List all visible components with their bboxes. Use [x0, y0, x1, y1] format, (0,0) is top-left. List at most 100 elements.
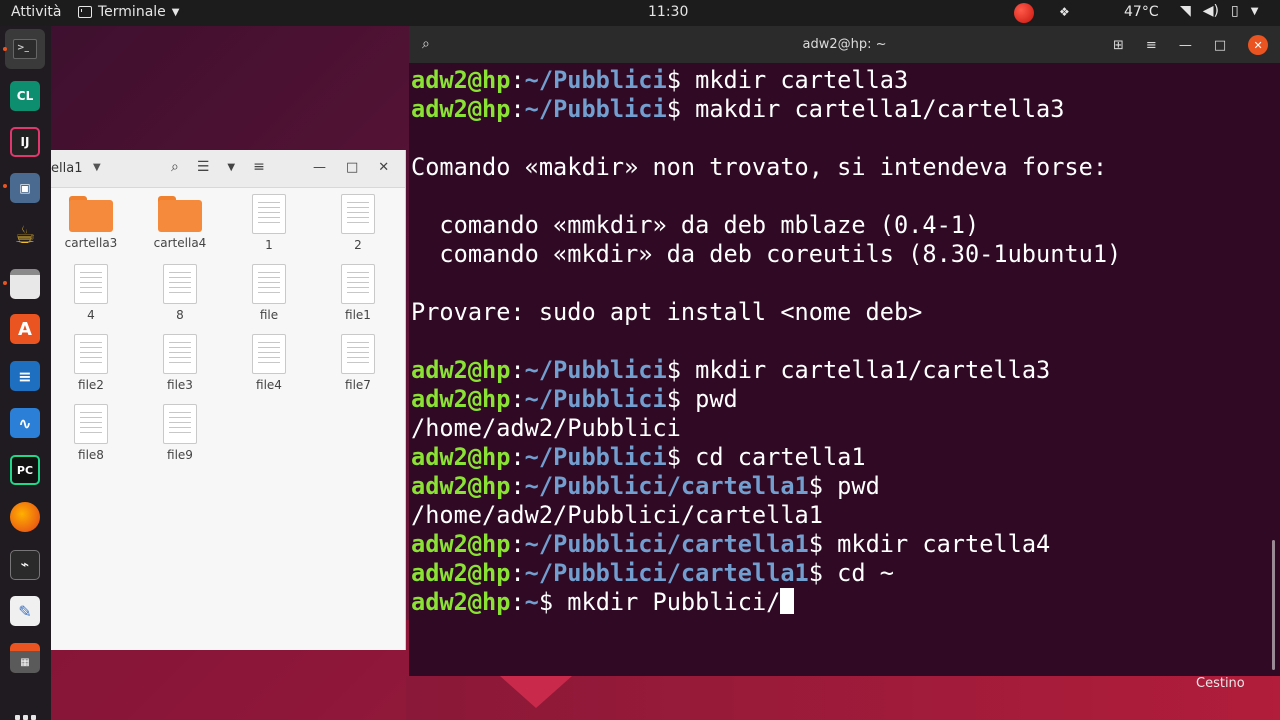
dropbox-icon[interactable]: ❖: [1059, 5, 1070, 19]
activities-button[interactable]: Attività: [11, 4, 61, 20]
top-bar: Attività Terminale ▼ 11:30 ❖ 47°C ◥ ◀) ▯…: [0, 0, 1280, 26]
prompt-symbol: $: [808, 472, 823, 500]
show-applications-icon[interactable]: [15, 715, 36, 720]
intellij-icon[interactable]: IJ: [10, 127, 40, 157]
output-text: /home/adw2/Pubblici/cartella1: [411, 501, 823, 529]
virt-manager-icon[interactable]: ▣: [10, 173, 40, 203]
file-item[interactable]: 8: [140, 264, 220, 322]
file-item[interactable]: file3: [140, 334, 220, 392]
record-indicator-icon[interactable]: [1014, 3, 1034, 23]
minimize-icon[interactable]: —: [313, 160, 326, 175]
file-manager-window: ella1 ▼ ⌕ ☰ ▼ ≡ — □ ✕ cartella3 cartella4…: [51, 150, 406, 650]
command-text: mkdir cartella1/cartella3: [680, 356, 1051, 384]
prompt-symbol: $: [808, 530, 823, 558]
document-icon: [74, 264, 108, 304]
file-item[interactable]: file1: [318, 264, 398, 322]
firefox-icon[interactable]: [10, 502, 40, 532]
dock-terminal[interactable]: >_: [5, 29, 45, 69]
app-menu[interactable]: Terminale ▼: [78, 4, 179, 20]
prompt-user: adw2@hp: [411, 356, 511, 384]
prompt-colon: :: [510, 472, 525, 500]
file-item[interactable]: file4: [229, 334, 309, 392]
path-bar-current[interactable]: ella1: [51, 161, 82, 176]
hamburger-menu-icon[interactable]: ≡: [1146, 38, 1157, 53]
search-icon[interactable]: ⌕: [171, 159, 179, 177]
prompt-symbol: $: [666, 356, 681, 384]
prompt-symbol: $: [808, 559, 823, 587]
pycharm-icon[interactable]: PC: [10, 455, 40, 485]
file-manager-toolbar: ⌕ ☰ ▼ ≡: [171, 159, 265, 177]
running-indicator: [3, 184, 7, 188]
libreoffice-writer-icon[interactable]: ≡: [10, 361, 40, 391]
prompt-user: adw2@hp: [411, 559, 511, 587]
list-view-icon[interactable]: ☰: [197, 159, 210, 177]
prompt-user: adw2@hp: [411, 588, 511, 616]
files-icon[interactable]: [10, 269, 40, 299]
clion-icon[interactable]: CL: [10, 81, 40, 111]
prompt-symbol: $: [666, 95, 681, 123]
terminal-icon: >_: [13, 39, 37, 59]
chevron-down-icon: ▼: [171, 6, 180, 18]
file-item[interactable]: file7: [318, 334, 398, 392]
terminal-output[interactable]: adw2@hp:~/Pubblici$ mkdir cartella3 adw2@…: [411, 66, 1271, 617]
terminal-scrollbar[interactable]: [1272, 540, 1275, 670]
calculator-icon[interactable]: ▦: [10, 643, 40, 673]
file-item[interactable]: file8: [51, 404, 131, 462]
document-icon: [252, 334, 286, 374]
hamburger-menu-icon[interactable]: ≡: [253, 159, 265, 177]
clock[interactable]: 11:30: [648, 4, 688, 20]
item-label: 4: [87, 308, 95, 322]
close-icon[interactable]: ✕: [378, 160, 389, 175]
activity-monitor-icon[interactable]: ⌁: [10, 550, 40, 580]
prompt-colon: :: [510, 559, 525, 587]
prompt-symbol: $: [666, 385, 681, 413]
volume-icon: ◀): [1202, 3, 1220, 19]
prompt-symbol: $: [666, 66, 681, 94]
prompt-path: ~/Pubblici/cartella1: [524, 530, 809, 558]
file-item[interactable]: file9: [140, 404, 220, 462]
file-item[interactable]: 4: [51, 264, 131, 322]
item-label: file9: [167, 448, 193, 462]
dock: >_ CL IJ ▣ ☕ A ≡ ∿ PC ⌁ ✎ ▦: [0, 26, 51, 720]
folder-item[interactable]: cartella3: [51, 194, 131, 250]
chevron-down-icon[interactable]: ▼: [93, 162, 101, 173]
maximize-icon[interactable]: □: [346, 160, 358, 175]
document-icon: [252, 194, 286, 234]
clion-label: CL: [16, 89, 34, 103]
terminal-window: ⌕ adw2@hp: ~ ⊞ ≡ — □ ✕ adw2@hp:~/Pubblic…: [409, 26, 1280, 676]
prompt-user: adw2@hp: [411, 66, 511, 94]
command-text: mkdir Pubblici/: [553, 588, 781, 616]
new-tab-icon[interactable]: ⊞: [1113, 38, 1124, 53]
system-tray[interactable]: ◥ ◀) ▯ ▼: [1180, 3, 1258, 21]
minimize-icon[interactable]: —: [1179, 38, 1192, 53]
file-item[interactable]: file2: [51, 334, 131, 392]
prompt-colon: :: [510, 66, 525, 94]
chevron-down-icon[interactable]: ▼: [227, 159, 235, 177]
text-editor-icon[interactable]: ✎: [10, 596, 40, 626]
maximize-icon[interactable]: □: [1214, 38, 1226, 53]
prompt-user: adw2@hp: [411, 443, 511, 471]
file-item[interactable]: 2: [318, 194, 398, 252]
prompt-line: adw2@hp:~/Pubblici$ makdir cartella1/car…: [411, 95, 1271, 124]
teapot-icon[interactable]: ☕: [10, 220, 40, 250]
prompt-colon: :: [510, 95, 525, 123]
item-label: cartella4: [153, 236, 207, 250]
document-icon: [163, 404, 197, 444]
file-item[interactable]: file: [229, 264, 309, 322]
software-label: A: [18, 318, 32, 340]
close-icon[interactable]: ✕: [1248, 35, 1269, 55]
trash-label: Cestino: [1196, 676, 1245, 691]
prompt-line: adw2@hp:~/Pubblici/cartella1$ mkdir cart…: [411, 530, 1271, 559]
prompt-path: ~/Pubblici/cartella1: [524, 472, 809, 500]
temperature-indicator[interactable]: 47°C: [1124, 4, 1159, 20]
command-text: cd ~: [822, 559, 894, 587]
battery-icon: ▯: [1231, 3, 1239, 19]
prompt-colon: :: [510, 443, 525, 471]
software-center-icon[interactable]: A: [10, 314, 40, 344]
system-monitor-icon[interactable]: ∿: [10, 408, 40, 438]
folder-item[interactable]: cartella4: [140, 194, 220, 250]
file-item[interactable]: 1: [229, 194, 309, 252]
output-line: comando «mkdir» da deb coreutils (8.30-1…: [411, 240, 1271, 269]
